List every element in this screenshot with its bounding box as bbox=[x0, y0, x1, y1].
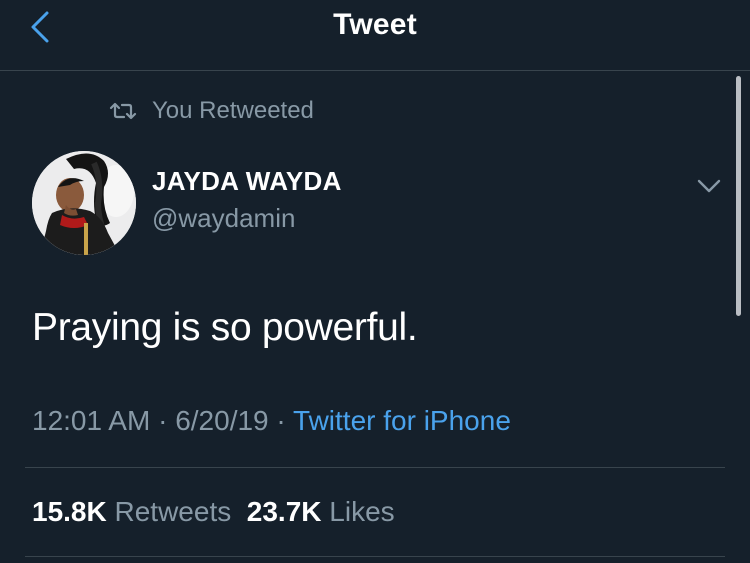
tweet-date: 6/20/19 bbox=[175, 405, 269, 436]
retweets-count: 15.8K bbox=[32, 496, 107, 527]
retweets-label: Retweets bbox=[114, 496, 232, 527]
retweet-context: You Retweeted bbox=[108, 95, 314, 127]
scrollbar[interactable] bbox=[736, 76, 741, 316]
author-name[interactable]: JAYDA WAYDA bbox=[152, 166, 342, 197]
page-title: Tweet bbox=[333, 8, 417, 41]
chevron-down-icon bbox=[697, 179, 721, 193]
profile-photo bbox=[32, 151, 136, 255]
navigation-bar: Tweet bbox=[0, 0, 750, 71]
tweet-metadata: 12:01 AM · 6/20/19 · Twitter for iPhone bbox=[32, 405, 511, 437]
likes-count: 23.7K bbox=[246, 496, 322, 527]
author-handle[interactable]: @waydamin bbox=[152, 203, 342, 234]
avatar[interactable] bbox=[32, 151, 136, 255]
retweet-icon bbox=[109, 102, 137, 120]
engagement-stats: 15.8K Retweets 23.7K Likes bbox=[32, 496, 395, 528]
meta-separator: · bbox=[150, 405, 176, 436]
divider bbox=[25, 556, 725, 557]
author-block[interactable]: JAYDA WAYDA @waydamin bbox=[152, 166, 342, 234]
retweets-stat[interactable]: 15.8K Retweets bbox=[32, 496, 231, 527]
tweet-detail-screen: Tweet You Retweeted JAYDA WAYDA @waydami… bbox=[0, 0, 750, 563]
more-options-button[interactable] bbox=[694, 172, 724, 200]
retweet-label: You Retweeted bbox=[152, 97, 314, 124]
tweet-time: 12:01 AM bbox=[32, 405, 151, 436]
divider bbox=[25, 467, 725, 468]
tweet-source-link[interactable]: Twitter for iPhone bbox=[293, 405, 511, 436]
likes-label: Likes bbox=[329, 496, 395, 527]
likes-stat[interactable]: 23.7K Likes bbox=[247, 496, 395, 527]
tweet-text: Praying is so powerful. bbox=[32, 306, 418, 349]
meta-separator: · bbox=[268, 405, 294, 436]
